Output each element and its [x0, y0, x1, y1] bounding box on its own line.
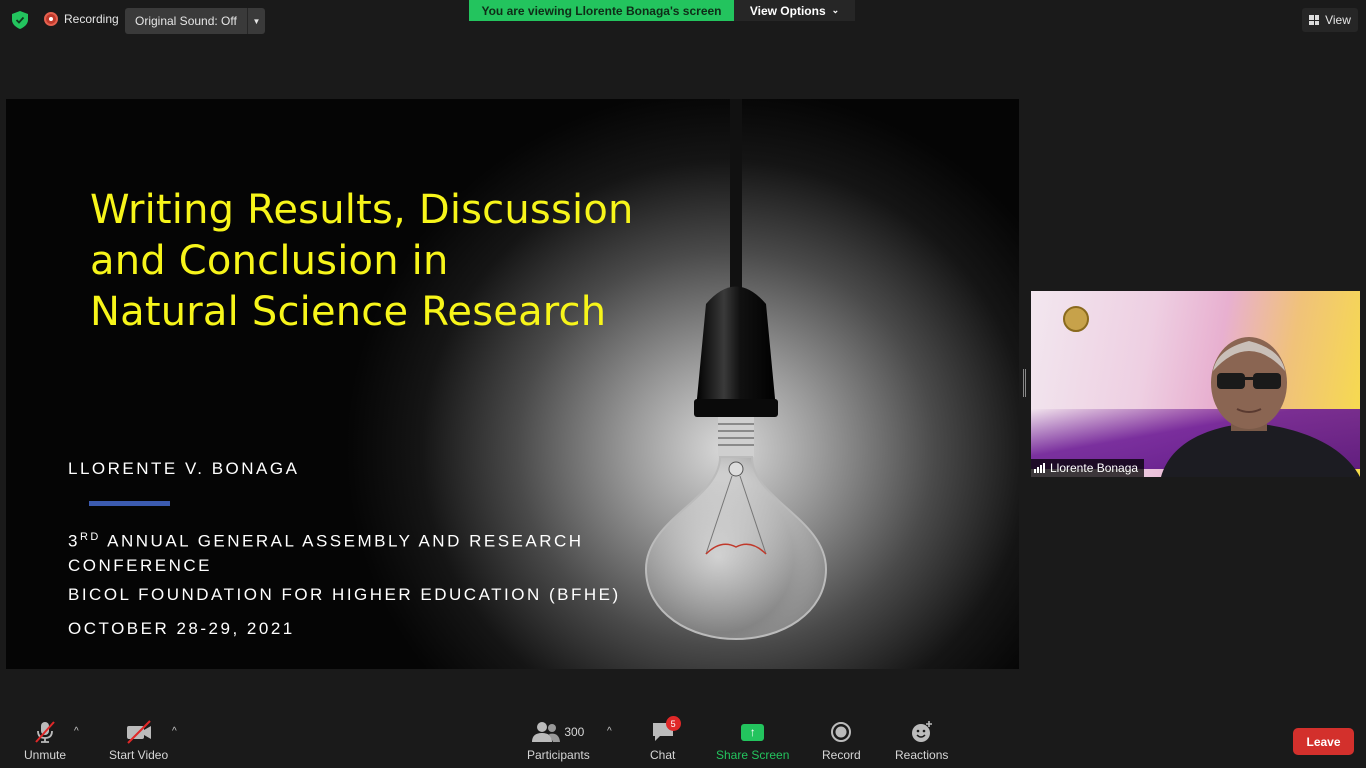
original-sound-button[interactable]: Original Sound: Off ▼	[125, 8, 265, 34]
chevron-up-icon[interactable]: ^	[172, 726, 177, 737]
slide-accent-bar	[89, 501, 170, 506]
slide-date: OCTOBER 28-29, 2021	[68, 619, 295, 638]
slide-title-line: Writing Results, Discussion	[90, 187, 634, 233]
meeting-toolbar: Unmute ^ Start Video ^ 300 Participants …	[0, 712, 1366, 768]
conference-line1: ANNUAL GENERAL ASSEMBLY AND RESEARCH	[100, 531, 584, 551]
recording-icon	[44, 12, 58, 26]
conference-line2: CONFERENCE	[68, 555, 213, 575]
share-screen-button[interactable]: ↑ Share Screen	[716, 718, 789, 762]
view-button[interactable]: View	[1302, 8, 1358, 32]
share-screen-label: Share Screen	[716, 748, 790, 762]
chevron-up-icon[interactable]: ^	[607, 726, 612, 737]
record-button[interactable]: Record	[822, 718, 861, 762]
chat-button[interactable]: 5 Chat	[650, 716, 681, 762]
reactions-label: Reactions	[895, 748, 949, 762]
participant-name-tag: Llorente Bonaga	[1031, 459, 1145, 477]
record-icon	[830, 718, 852, 746]
recording-indicator[interactable]: Recording	[44, 12, 119, 26]
conference-ordinal-suffix: RD	[79, 531, 101, 543]
shared-screen-slide: Writing Results, Discussion and Conclusi…	[6, 99, 1019, 669]
start-video-label: Start Video	[109, 748, 169, 762]
slide-author: LLORENTE V. BONAGA	[68, 459, 300, 478]
microphone-muted-icon	[32, 718, 58, 746]
assembly-logo	[1063, 306, 1089, 332]
shield-icon[interactable]	[12, 11, 28, 29]
view-options-button[interactable]: View Options ⌄	[734, 0, 855, 21]
chat-icon: 5	[651, 716, 681, 746]
view-label: View	[1325, 13, 1351, 27]
record-label: Record	[822, 748, 861, 762]
chat-label: Chat	[650, 748, 676, 762]
video-off-icon	[125, 718, 153, 746]
participant-name: Llorente Bonaga	[1050, 461, 1139, 475]
conference-ordinal: 3	[68, 531, 80, 551]
slide-organization: BICOL FOUNDATION FOR HIGHER EDUCATION (B…	[68, 585, 621, 604]
unmute-button[interactable]: Unmute	[24, 718, 66, 762]
share-screen-icon: ↑	[741, 723, 765, 741]
recording-label: Recording	[64, 12, 119, 26]
slide-title-line: and Conclusion in	[90, 238, 449, 284]
leave-button[interactable]: Leave	[1293, 728, 1354, 755]
slide-title: Writing Results, Discussion and Conclusi…	[90, 185, 634, 338]
smiley-icon	[910, 718, 934, 746]
signal-strength-icon	[1034, 463, 1045, 473]
grid-icon	[1309, 15, 1320, 25]
chevron-down-icon: ⌄	[831, 5, 840, 15]
light-bulb-image	[644, 99, 828, 641]
view-options-label: View Options	[749, 3, 826, 18]
participants-button[interactable]: 300 Participants	[527, 718, 590, 762]
original-sound-label: Original Sound: Off	[135, 14, 237, 28]
reactions-button[interactable]: Reactions	[895, 718, 948, 762]
participant-video-image	[1161, 337, 1360, 477]
slide-title-line: Natural Science Research	[90, 289, 607, 335]
viewing-screen-banner: You are viewing Llorente Bonaga's screen	[469, 0, 734, 21]
participant-video-tile[interactable]: Llorente Bonaga	[1031, 291, 1360, 477]
participants-count: 300	[564, 725, 585, 739]
participants-icon	[532, 722, 561, 742]
participants-icon-group: 300	[532, 718, 584, 746]
participants-label: Participants	[527, 748, 590, 762]
meeting-top-bar: Recording Original Sound: Off ▼ You are …	[0, 0, 1366, 40]
panel-resize-handle[interactable]	[1023, 369, 1026, 397]
unmute-label: Unmute	[24, 748, 67, 762]
chat-unread-badge: 5	[665, 716, 681, 731]
chevron-down-icon[interactable]: ▼	[247, 8, 265, 34]
slide-conference: 3RD ANNUAL GENERAL ASSEMBLY AND RESEARCH…	[68, 525, 584, 578]
start-video-button[interactable]: Start Video	[109, 718, 168, 762]
chevron-up-icon[interactable]: ^	[74, 726, 79, 737]
